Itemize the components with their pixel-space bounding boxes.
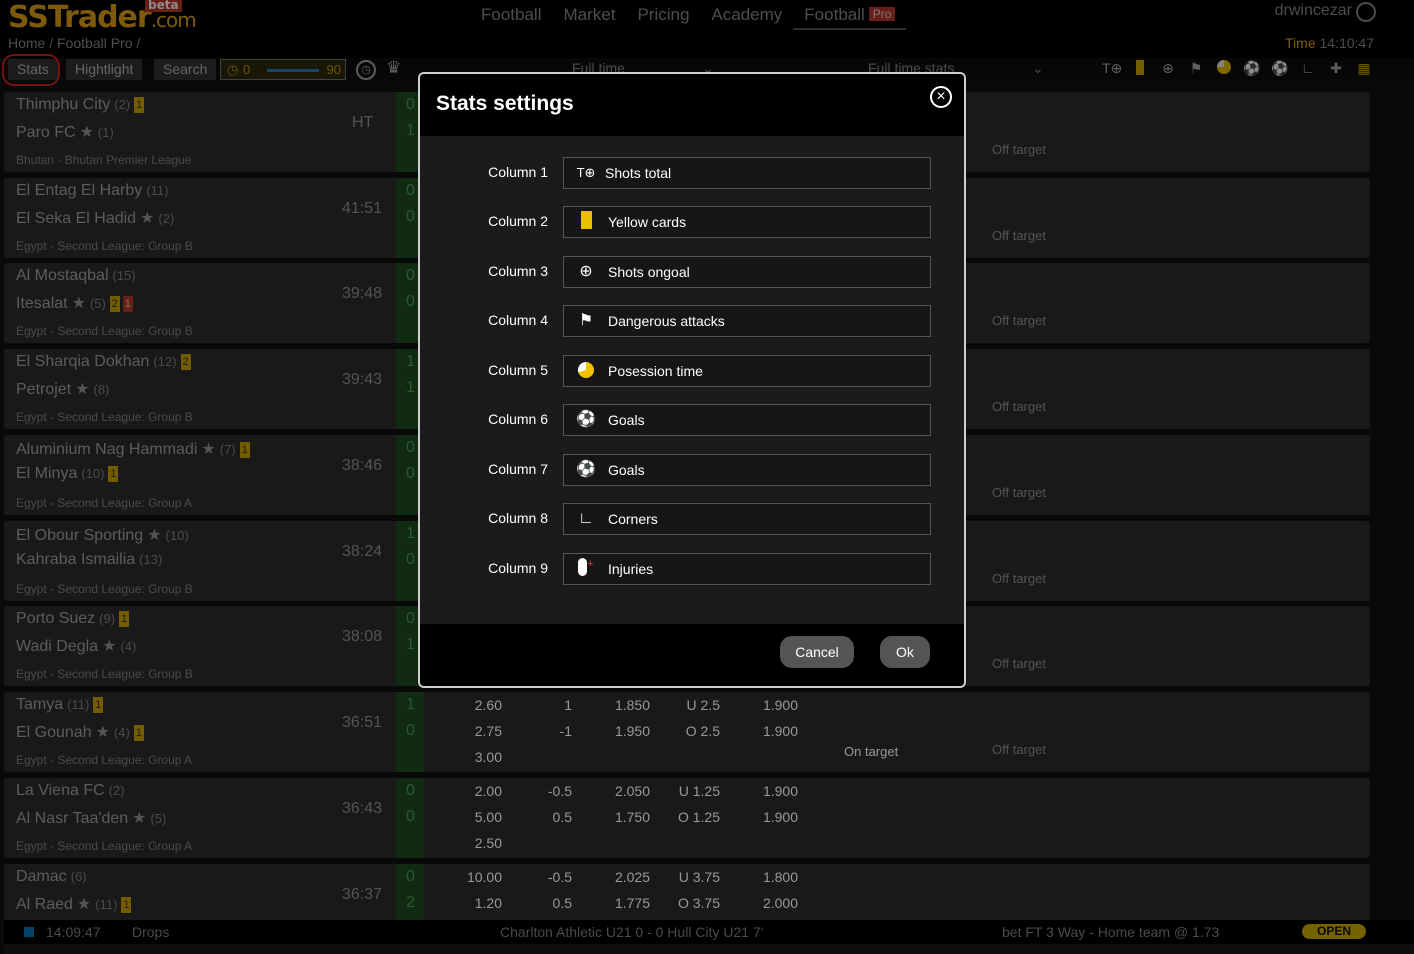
column-label: Column 6	[488, 411, 548, 427]
handicap-price-home[interactable]: 2.025	[598, 869, 650, 885]
column-7-select[interactable]: ⚽ Goals	[563, 454, 931, 486]
column-row-5: Column 5 Posession time	[420, 355, 964, 389]
total-over[interactable]: O 3.75	[672, 895, 720, 911]
handicap-price-away[interactable]: 1.775	[598, 895, 650, 911]
corner-icon: ∟	[578, 510, 594, 527]
handicap-price-home[interactable]: 1.850	[598, 697, 650, 713]
column-row-3: Column 3 ⊕ Shots ongoal	[420, 256, 964, 290]
column-row-4: Column 4 ⚑ Dangerous attacks	[420, 305, 964, 339]
handicap-away[interactable]: 0.5	[528, 895, 572, 911]
ball-icon: ⚽	[576, 461, 596, 478]
column-label: Column 9	[488, 560, 548, 576]
odds-away[interactable]: 3.00	[458, 749, 502, 765]
handicap-away[interactable]: -1	[528, 723, 572, 739]
odds-draw[interactable]: 2.75	[458, 723, 502, 739]
column-6-select[interactable]: ⚽ Goals	[563, 404, 931, 436]
column-label: Column 2	[488, 213, 548, 229]
column-3-select[interactable]: ⊕ Shots ongoal	[563, 256, 931, 288]
on-target-label: On target	[844, 744, 899, 759]
column-row-6: Column 6 ⚽ Goals	[420, 404, 964, 438]
crosshair-icon: ⊕	[579, 263, 593, 280]
column-label: Column 5	[488, 362, 548, 378]
dangerous-attack-icon: ⚑	[578, 312, 594, 329]
injury-icon: +	[574, 558, 598, 580]
total-price-over[interactable]: 1.900	[746, 809, 798, 825]
ok-button[interactable]: Ok	[880, 636, 930, 668]
total-under[interactable]: U 2.5	[672, 697, 720, 713]
column-1-select[interactable]: T⊕ Shots total	[563, 157, 931, 189]
total-price-over[interactable]: 1.900	[746, 723, 798, 739]
handicap-price-home[interactable]: 2.050	[598, 783, 650, 799]
odds-home[interactable]: 10.00	[458, 869, 502, 885]
column-row-1: Column 1 T⊕ Shots total	[420, 157, 964, 191]
total-under[interactable]: U 3.75	[672, 869, 720, 885]
column-row-9: Column 9 + Injuries	[420, 553, 964, 587]
column-label: Column 7	[488, 461, 548, 477]
shots-total-icon: T⊕	[576, 165, 596, 180]
column-9-select[interactable]: + Injuries	[563, 553, 931, 585]
column-row-2: Column 2 Yellow cards	[420, 206, 964, 240]
handicap-away[interactable]: 0.5	[528, 809, 572, 825]
total-price-under[interactable]: 1.900	[746, 697, 798, 713]
handicap-home[interactable]: 1	[528, 697, 572, 713]
column-row-8: Column 8 ∟ Corners	[420, 503, 964, 537]
modal-header: Stats settings ×	[420, 74, 964, 136]
cancel-button[interactable]: Cancel	[780, 636, 854, 668]
close-icon[interactable]: ×	[930, 86, 952, 108]
pie-icon	[574, 360, 598, 382]
handicap-home[interactable]: -0.5	[528, 869, 572, 885]
modal-body: Column 1 T⊕ Shots total Column 2 Yellow c…	[420, 136, 964, 624]
handicap-price-away[interactable]: 1.950	[598, 723, 650, 739]
column-8-select[interactable]: ∟ Corners	[563, 503, 931, 535]
handicap-price-away[interactable]: 1.750	[598, 809, 650, 825]
odds-draw[interactable]: 1.20	[458, 895, 502, 911]
column-4-select[interactable]: ⚑ Dangerous attacks	[563, 305, 931, 337]
column-2-select[interactable]: Yellow cards	[563, 206, 931, 238]
ball-icon: ⚽	[576, 411, 596, 428]
handicap-home[interactable]: -0.5	[528, 783, 572, 799]
modal-title: Stats settings	[436, 92, 574, 115]
column-row-7: Column 7 ⚽ Goals	[420, 454, 964, 488]
odds-home[interactable]: 2.00	[458, 783, 502, 799]
total-over[interactable]: O 2.5	[672, 723, 720, 739]
stats-settings-modal: Stats settings × Column 1 T⊕ Shots total …	[418, 72, 966, 688]
total-over[interactable]: O 1.25	[672, 809, 720, 825]
total-under[interactable]: U 1.25	[672, 783, 720, 799]
total-price-under[interactable]: 1.900	[746, 783, 798, 799]
total-price-over[interactable]: 2.000	[746, 895, 798, 911]
odds-home[interactable]: 2.60	[458, 697, 502, 713]
total-price-under[interactable]: 1.800	[746, 869, 798, 885]
odds-draw[interactable]: 5.00	[458, 809, 502, 825]
column-label: Column 8	[488, 510, 548, 526]
column-label: Column 1	[488, 164, 548, 180]
column-label: Column 4	[488, 312, 548, 328]
modal-footer: Cancel Ok	[420, 624, 964, 686]
column-5-select[interactable]: Posession time	[563, 355, 931, 387]
odds-away[interactable]: 2.50	[458, 835, 502, 851]
column-label: Column 3	[488, 263, 548, 279]
yellow-card-icon	[574, 211, 598, 233]
